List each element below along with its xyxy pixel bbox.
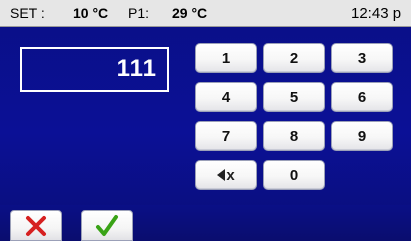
key-6[interactable]: 6 — [331, 82, 393, 112]
backspace-icon: x — [217, 166, 235, 184]
backspace-arrow — [217, 169, 226, 181]
key-1[interactable]: 1 — [195, 43, 257, 73]
status-bar: SET : 10 °C P1: 29 °C 12:43 p — [0, 0, 411, 27]
key-0[interactable]: 0 — [263, 160, 325, 190]
set-label: SET : — [10, 5, 45, 21]
backspace-x: x — [226, 166, 235, 184]
key-4[interactable]: 4 — [195, 82, 257, 112]
key-7[interactable]: 7 — [195, 121, 257, 151]
value-display: 111 — [20, 47, 169, 92]
p1-value: 29 °C — [172, 5, 208, 21]
p1-label: P1: — [128, 5, 150, 21]
x-icon — [26, 215, 46, 236]
key-9[interactable]: 9 — [331, 121, 393, 151]
key-8[interactable]: 8 — [263, 121, 325, 151]
key-5[interactable]: 5 — [263, 82, 325, 112]
clock-time: 12:43 p — [351, 5, 402, 22]
cancel-button[interactable] — [10, 210, 62, 241]
key-2[interactable]: 2 — [263, 43, 325, 73]
checkmark-icon — [96, 214, 118, 236]
key-3[interactable]: 3 — [331, 43, 393, 73]
numeric-keypad-screen: SET : 10 °C P1: 29 °C 12:43 p 111 1 2 3 … — [0, 0, 411, 241]
ok-button[interactable] — [81, 210, 133, 241]
entered-value: 111 — [116, 55, 157, 82]
backspace-button[interactable]: x — [195, 160, 257, 190]
set-value: 10 °C — [73, 5, 109, 21]
